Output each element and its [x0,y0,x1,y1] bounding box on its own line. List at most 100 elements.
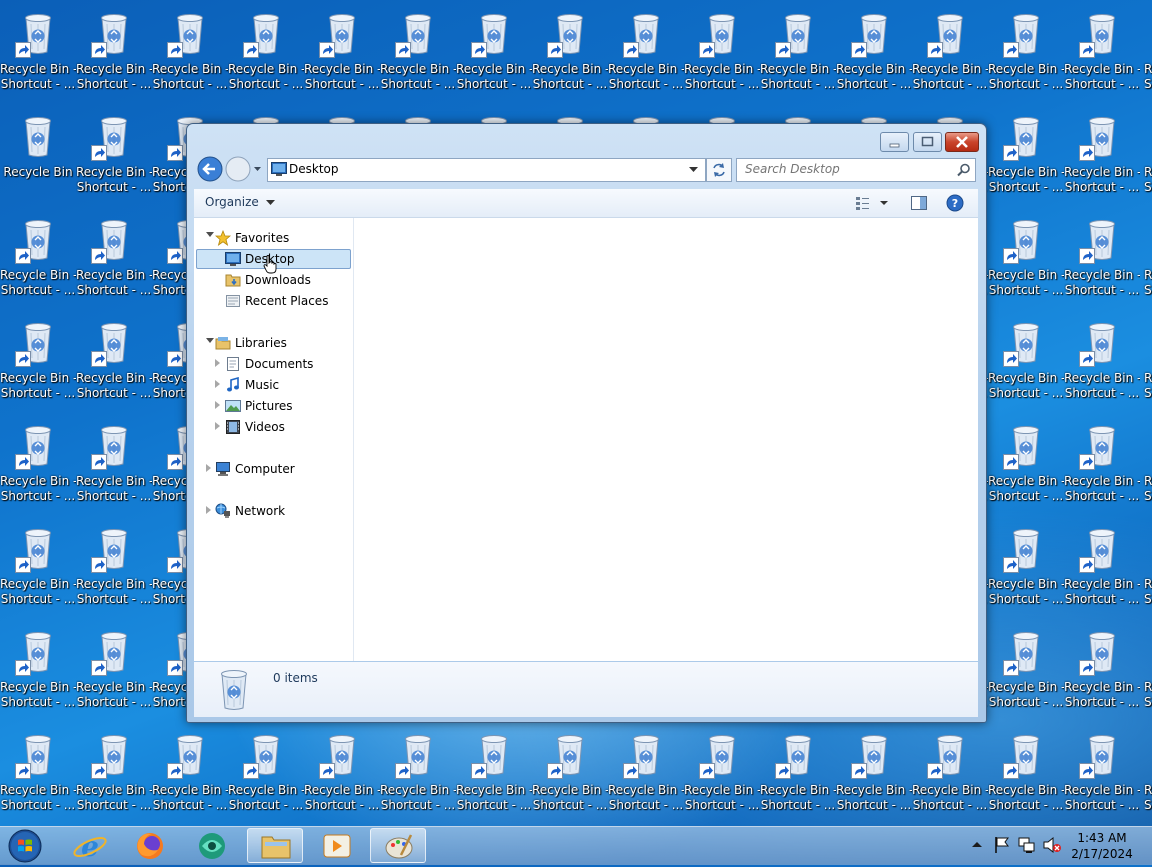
volume-muted-icon[interactable] [1042,836,1062,854]
desktop-icon-recycle-bin-shortcut[interactable]: Recycle Bin -Shortcut - ... [152,6,228,106]
expander-icon[interactable] [215,422,220,430]
desktop-icon-recycle-bin-shortcut[interactable]: Recycle Bin -Shortcut - ... [0,521,76,621]
show-hidden-icons-button[interactable] [972,841,982,849]
desktop-icon-recycle-bin-shortcut[interactable]: Recycle Bin -Shortcut - ... [608,727,684,827]
taskbar-media-player[interactable] [309,828,365,863]
desktop-icon-recycle-bin-shortcut[interactable]: Recycle Bin -Shortcut - ... [836,727,912,827]
desktop-icon-recycle-bin[interactable]: Recycle Bin [0,109,76,209]
desktop-icon-recycle-bin-shortcut[interactable]: Recycle Bin -Shortcut - ... [456,6,532,106]
desktop-icon-recycle-bin-shortcut[interactable]: Recycle Bin -Shortcut - ... [228,6,304,106]
desktop-icon-recycle-bin-shortcut[interactable]: Recycle Bin -Shortcut - ... [1064,418,1140,518]
desktop-icon-recycle-bin-shortcut[interactable]: Recycle Bin -Shortcut - ... [76,212,152,312]
start-button[interactable] [5,827,45,865]
desktop-icon-recycle-bin-shortcut[interactable]: Recycle Bin -Shortcut - ... [1064,212,1140,312]
desktop-icon-recycle-bin-shortcut[interactable]: Recycle Bin -Shortcut - ... [0,418,76,518]
desktop-icon-recycle-bin-shortcut[interactable]: Recycle Bin -Shortcut - ... [988,109,1064,209]
desktop-icon-recycle-bin-shortcut[interactable]: Recycle Bin -Shortcut - ... [532,727,608,827]
address-bar[interactable]: Desktop [267,158,706,182]
forward-arrow-icon[interactable] [225,156,251,182]
taskbar-app-green[interactable] [184,828,240,863]
desktop-icon-recycle-bin-shortcut[interactable]: Recycle Bin -Shortcut - ... [836,6,912,106]
taskbar-firefox[interactable] [122,828,178,863]
change-view-button[interactable] [856,196,890,210]
desktop-icon-recycle-bin-shortcut[interactable]: Recycle Bin -Shortcut - ... [152,727,228,827]
desktop-icon-recycle-bin-shortcut[interactable]: RS [1140,624,1152,724]
system-clock[interactable]: 1:43 AM 2/17/2024 [1068,830,1136,862]
libraries-expander-icon[interactable] [206,338,214,343]
desktop-icon-recycle-bin-shortcut[interactable]: Recycle Bin -Shortcut - ... [76,315,152,415]
desktop-icon-recycle-bin-shortcut[interactable]: Recycle Bin -Shortcut - ... [0,315,76,415]
desktop-icon-recycle-bin-shortcut[interactable]: Recycle Bin -Shortcut - ... [304,6,380,106]
desktop-icon-recycle-bin-shortcut[interactable]: RS [1140,418,1152,518]
desktop-icon-recycle-bin-shortcut[interactable]: Recycle Bin -Shortcut - ... [1064,6,1140,106]
desktop-icon-recycle-bin-shortcut[interactable]: Recycle Bin -Shortcut - ... [912,727,988,827]
desktop-icon-recycle-bin-shortcut[interactable]: Recycle Bin -Shortcut - ... [988,212,1064,312]
desktop-icon-recycle-bin-shortcut[interactable]: Recycle Bin -Shortcut - ... [228,727,304,827]
desktop-icon-recycle-bin-shortcut[interactable]: Recycle Bin -Shortcut - ... [988,6,1064,106]
expander-icon[interactable] [206,506,211,514]
desktop-icon-recycle-bin-shortcut[interactable]: Recycle Bin -Shortcut - ... [304,727,380,827]
minimize-button[interactable] [880,132,909,152]
desktop-icon-recycle-bin-shortcut[interactable]: Recycle Bin -Shortcut - ... [760,727,836,827]
desktop-icon-recycle-bin-shortcut[interactable]: Recycle Bin -Shortcut - ... [76,109,152,209]
recent-pages-dropdown-icon[interactable] [254,167,261,171]
desktop-icon-recycle-bin-shortcut[interactable]: Recycle Bin -Shortcut - ... [1064,315,1140,415]
desktop-icon-recycle-bin-shortcut[interactable]: Recycle Bin -Shortcut - ... [1064,727,1140,827]
desktop-icon-recycle-bin-shortcut[interactable]: Recycle Bin -Shortcut - ... [76,727,152,827]
desktop-icon-recycle-bin-shortcut[interactable]: Recycle Bin -Shortcut - ... [380,727,456,827]
expander-icon[interactable] [215,359,220,367]
desktop-icon-recycle-bin-shortcut[interactable]: RS [1140,6,1152,106]
favorites-expander-icon[interactable] [206,232,214,237]
desktop-icon-recycle-bin-shortcut[interactable]: RS [1140,109,1152,209]
desktop-icon-recycle-bin-shortcut[interactable]: RS [1140,212,1152,312]
expander-icon[interactable] [215,380,220,388]
desktop-icon-recycle-bin-shortcut[interactable]: Recycle Bin -Shortcut - ... [988,418,1064,518]
preview-pane-icon[interactable] [911,196,927,210]
desktop-icon-recycle-bin-shortcut[interactable]: Recycle Bin -Shortcut - ... [912,6,988,106]
desktop-icon-recycle-bin-shortcut[interactable]: RS [1140,521,1152,621]
desktop-icon-recycle-bin-shortcut[interactable]: Recycle Bin -Shortcut - ... [684,6,760,106]
maximize-button[interactable] [913,132,942,152]
desktop-icon-recycle-bin-shortcut[interactable]: Recycle Bin -Shortcut - ... [0,212,76,312]
taskbar-internet-explorer[interactable]: e [62,828,118,863]
desktop-icon-recycle-bin-shortcut[interactable]: Recycle Bin -Shortcut - ... [760,6,836,106]
desktop-icon-recycle-bin-shortcut[interactable]: Recycle Bin -Shortcut - ... [684,727,760,827]
action-center-flag-icon[interactable] [994,836,1010,854]
desktop-icon-recycle-bin-shortcut[interactable]: Recycle Bin -Shortcut - ... [76,521,152,621]
desktop-icon-recycle-bin-shortcut[interactable]: Recycle Bin -Shortcut - ... [380,6,456,106]
desktop-icon-recycle-bin-shortcut[interactable]: Recycle Bin -Shortcut - ... [76,6,152,106]
network-tray-icon[interactable] [1018,836,1036,854]
back-arrow-icon[interactable] [197,156,223,182]
organize-button[interactable]: Organize [205,195,275,209]
help-icon[interactable]: ? [946,194,964,212]
desktop-icon-recycle-bin-shortcut[interactable]: Recycle Bin -Shortcut - ... [608,6,684,106]
magnifier-icon[interactable] [957,163,971,177]
desktop-icon-recycle-bin-shortcut[interactable]: Recycle Bin -Shortcut - ... [1064,624,1140,724]
desktop-icon-recycle-bin-shortcut[interactable]: Recycle Bin -Shortcut - ... [0,727,76,827]
desktop-icon-recycle-bin-shortcut[interactable]: Recycle Bin -Shortcut - ... [532,6,608,106]
expander-icon[interactable] [215,401,220,409]
desktop-icon-recycle-bin-shortcut[interactable]: Recycle Bin -Shortcut - ... [988,315,1064,415]
refresh-button[interactable] [706,158,732,182]
expander-icon[interactable] [206,464,211,472]
file-list[interactable] [354,218,978,661]
taskbar-windows-explorer[interactable] [247,828,303,863]
desktop-icon-recycle-bin-shortcut[interactable]: Recycle Bin -Shortcut - ... [988,521,1064,621]
label-line: Shortcut - ... [684,798,760,812]
desktop-icon-recycle-bin-shortcut[interactable]: RS [1140,315,1152,415]
desktop-icon-recycle-bin-shortcut[interactable]: Recycle Bin -Shortcut - ... [988,624,1064,724]
taskbar-paint[interactable] [370,828,426,863]
desktop-icon-recycle-bin-shortcut[interactable]: Recycle Bin -Shortcut - ... [456,727,532,827]
search-box[interactable] [736,158,976,182]
address-dropdown-icon[interactable] [689,167,698,173]
desktop-icon-recycle-bin-shortcut[interactable]: Recycle Bin -Shortcut - ... [988,727,1064,827]
desktop-icon-recycle-bin-shortcut[interactable]: Recycle Bin -Shortcut - ... [1064,521,1140,621]
desktop-icon-recycle-bin-shortcut[interactable]: Recycle Bin -Shortcut - ... [0,624,76,724]
desktop-icon-recycle-bin-shortcut[interactable]: Recycle Bin -Shortcut - ... [1064,109,1140,209]
close-button[interactable] [945,132,979,152]
desktop-icon-recycle-bin-shortcut[interactable]: Recycle Bin -Shortcut - ... [76,418,152,518]
search-input[interactable] [743,161,952,177]
desktop-icon-recycle-bin-shortcut[interactable]: Recycle Bin -Shortcut - ... [0,6,76,106]
desktop-icon-recycle-bin-shortcut[interactable]: Recycle Bin -Shortcut - ... [76,624,152,724]
desktop-icon-recycle-bin-shortcut[interactable]: RS [1140,727,1152,827]
